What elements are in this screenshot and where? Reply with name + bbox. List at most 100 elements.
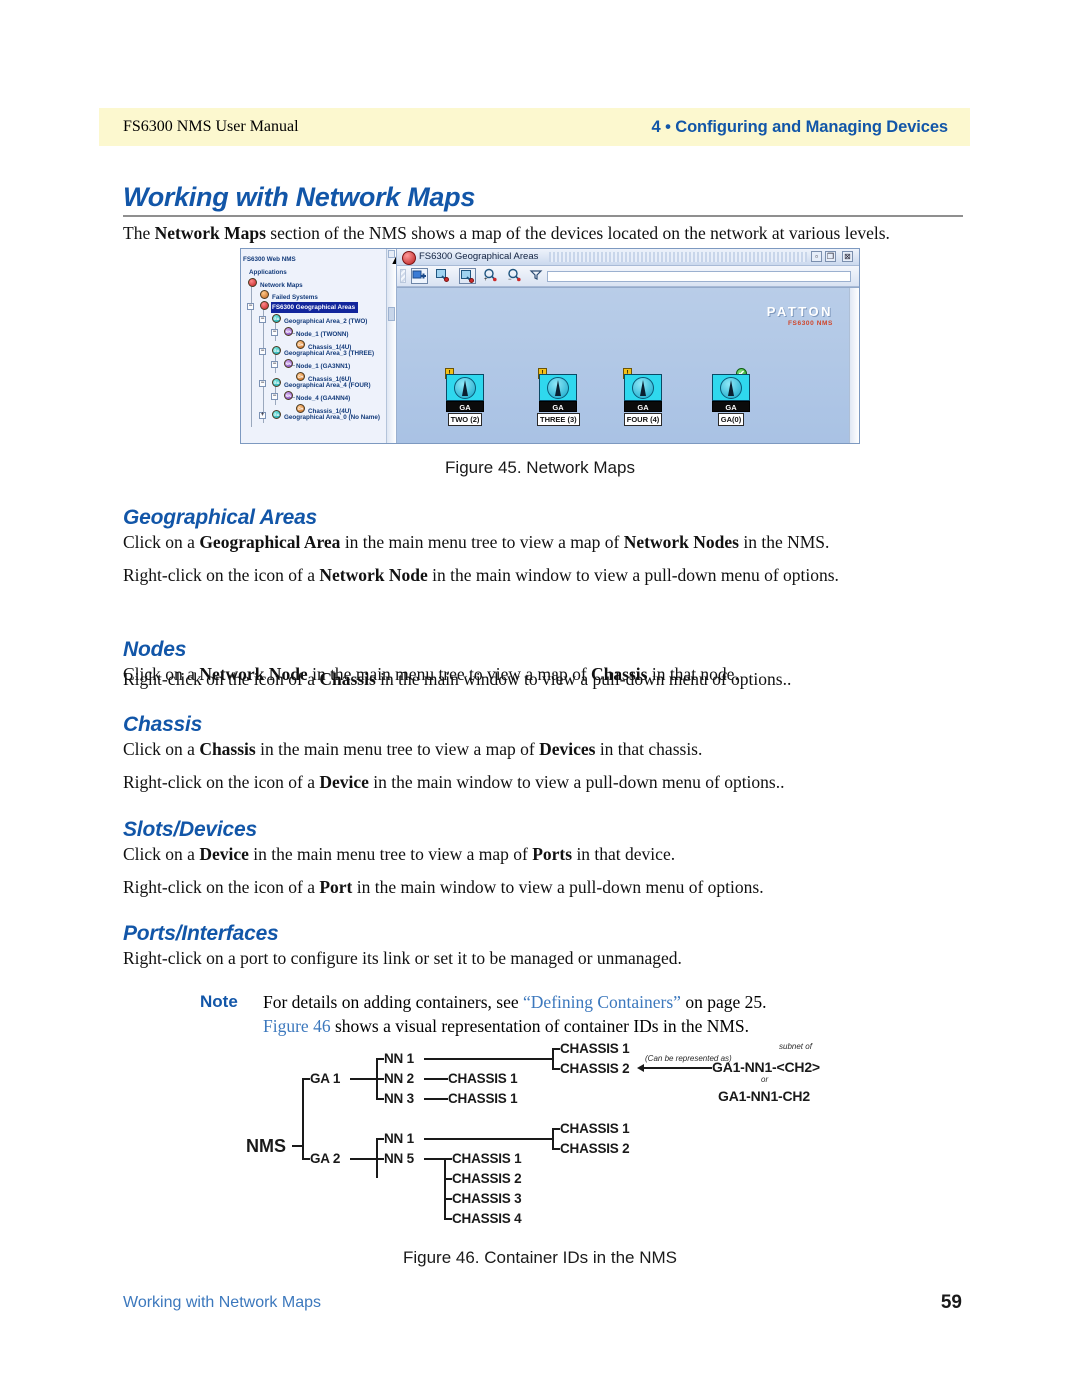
- svg-text:−: −: [508, 277, 512, 282]
- diagram-line: [552, 1048, 554, 1068]
- diagram-ga2-nn5-chassis-2: CHASSIS 2: [452, 1171, 522, 1186]
- network-map-canvas[interactable]: PATTON FS6300 NMS ! GA TWO (2) ! GA THRE…: [397, 287, 859, 443]
- note-body: For details on adding containers, see “D…: [263, 992, 767, 1036]
- tree-item-fs6300-geographical-areas[interactable]: FS6300 Geographical Areas: [271, 302, 359, 313]
- figure-46-link[interactable]: Figure 46: [263, 1016, 331, 1036]
- tree-toggle-minus[interactable]: −: [259, 316, 266, 323]
- tree-item-applications[interactable]: Applications: [249, 267, 287, 278]
- diagram-line: [444, 1158, 452, 1160]
- annotation-arrow-icon: [637, 1064, 644, 1072]
- annotation-or: or: [761, 1075, 769, 1084]
- zoom-in-icon[interactable]: +: [483, 268, 500, 284]
- minimize-icon[interactable]: ▫: [811, 251, 822, 262]
- map-node-four[interactable]: ! GA FOUR (4): [622, 368, 664, 426]
- maximize-icon[interactable]: ❐: [825, 251, 836, 262]
- slots-devices-paragraph-1: Click on a Device in the main menu tree …: [123, 844, 676, 864]
- filter-dropdown-icon[interactable]: [529, 268, 543, 284]
- add-node-icon[interactable]: [411, 268, 428, 284]
- tree-toggle-minus[interactable]: −: [247, 303, 254, 310]
- diagram-line: [552, 1128, 554, 1148]
- footer-page-number: 59: [940, 1292, 962, 1313]
- tree-toggle-minus[interactable]: −: [259, 380, 266, 387]
- tree-item-node-1-ga3nn1[interactable]: Node_1 (GA3NN1): [296, 361, 350, 372]
- nodes-paragraph-2: Right-click on the icon of a Chassis in …: [123, 669, 792, 689]
- tree-item-fs6300-web-nms[interactable]: FS6300 Web NMS: [243, 254, 296, 265]
- ga-device-icon: [539, 374, 577, 401]
- diagram-ga-2: GA 2: [310, 1151, 341, 1166]
- diagram-ga1-nn3-chassis-1: CHASSIS 1: [448, 1091, 518, 1106]
- tree-item-geographical-area-2[interactable]: Geographical Area_2 (TWO): [284, 316, 367, 327]
- window-app-icon: [402, 251, 416, 265]
- diagram-line: [552, 1048, 560, 1050]
- toolbar-drag-handle[interactable]: [400, 269, 406, 283]
- figure-45-caption: Figure 45. Network Maps: [445, 458, 635, 477]
- zoom-out-icon[interactable]: −: [507, 268, 524, 284]
- map-node-type: GA: [539, 401, 577, 412]
- diagram-ga2-nn-1: NN 1: [384, 1131, 414, 1146]
- window-title-bar[interactable]: FS6300 Geographical Areas ▫ ❐ ⊠: [397, 249, 859, 266]
- tree-toggle-minus[interactable]: −: [271, 393, 278, 400]
- slots-devices-paragraph-2: Right-click on the icon of a Port in the…: [123, 877, 764, 897]
- map-toolbar[interactable]: + −: [397, 266, 859, 287]
- intro-text-b: section of the NMS shows a map of the de…: [265, 223, 890, 243]
- window-title: FS6300 Geographical Areas: [419, 251, 539, 262]
- scroll-up-arrow-icon[interactable]: ▲: [388, 250, 396, 268]
- tree-toggle-plus[interactable]: +: [259, 412, 266, 419]
- diagram-line: [302, 1158, 310, 1160]
- title-divider: [123, 215, 963, 217]
- tree-item-geographical-area-4[interactable]: Geographical Area_4 (FOUR): [284, 380, 371, 391]
- map-node-type: GA: [624, 401, 662, 412]
- diagram-line: [376, 1078, 384, 1080]
- ga-icon: GA: [272, 314, 281, 323]
- page-title: Working with Network Maps: [123, 182, 476, 212]
- canvas-vertical-scrollbar[interactable]: [849, 288, 859, 443]
- geographical-areas-paragraph-2: Right-click on the icon of a Network Nod…: [123, 565, 839, 585]
- patton-product-name: FS6300 NMS: [787, 320, 833, 327]
- diagram-ga2-nn1-chassis-2: CHASSIS 2: [560, 1141, 630, 1156]
- tree-vertical-scrollbar[interactable]: ▲: [386, 249, 396, 443]
- failed-systems-icon: [260, 290, 269, 299]
- scrollbar-thumb[interactable]: [388, 307, 395, 321]
- tree-toggle-minus[interactable]: −: [271, 329, 278, 336]
- svg-text:+: +: [484, 277, 488, 282]
- section-heading-chassis: Chassis: [123, 713, 203, 736]
- toolbar-combo-field[interactable]: [547, 271, 851, 282]
- tree-item-node-4-ga4nn4[interactable]: Node_4 (GA4NN4): [296, 393, 350, 404]
- tree-item-node-1-twonn[interactable]: Node_1 (TWONN): [296, 329, 348, 340]
- intro-text-a: The: [123, 223, 155, 243]
- diagram-line: [424, 1138, 552, 1140]
- diagram-line: [350, 1158, 376, 1160]
- running-header: FS6300 NMS User Manual 4 • Configuring a…: [99, 108, 970, 146]
- map-node-two[interactable]: ! GA TWO (2): [444, 368, 486, 426]
- diagram-root-nms: NMS: [246, 1136, 286, 1156]
- map-background-icon[interactable]: [435, 268, 452, 284]
- diagram-line: [292, 1145, 302, 1147]
- ga-icon: GA: [272, 378, 281, 387]
- diagram-line: [376, 1158, 384, 1160]
- tree-toggle-minus[interactable]: −: [271, 361, 278, 368]
- tree-item-geographical-area-0[interactable]: Geographical Area_0 (No Name): [284, 412, 380, 423]
- nms-navigation-tree[interactable]: FS6300 Web NMS Applications Network Maps…: [241, 249, 397, 443]
- diagram-ga1-nn1-chassis-2: CHASSIS 2: [560, 1061, 630, 1076]
- map-zoom-region-icon[interactable]: [459, 268, 476, 284]
- figure-45-screenshot: FS6300 Web NMS Applications Network Maps…: [240, 248, 860, 444]
- map-node-label: THREE (3): [537, 413, 580, 426]
- map-node-three[interactable]: ! GA THREE (3): [537, 368, 580, 426]
- close-icon[interactable]: ⊠: [842, 251, 853, 262]
- diagram-ga2-nn-5: NN 5: [384, 1151, 414, 1166]
- defining-containers-link[interactable]: “Defining Containers”: [523, 992, 681, 1012]
- chassis-paragraph-2: Right-click on the icon of a Device in t…: [123, 772, 785, 792]
- diagram-line: [350, 1078, 376, 1080]
- patton-wordmark: PATTON: [766, 304, 833, 319]
- map-node-ga0[interactable]: ✔ GA GA(0): [710, 368, 752, 426]
- annotation-subnet-of: subnet of: [779, 1042, 812, 1051]
- diagram-line: [424, 1078, 448, 1080]
- diagram-line: [444, 1178, 452, 1180]
- title-bar-hatching: [549, 252, 807, 262]
- map-node-label: TWO (2): [447, 413, 483, 426]
- tree-item-geographical-area-3[interactable]: Geographical Area_3 (THREE): [284, 348, 374, 359]
- tree-item-network-maps[interactable]: Network Maps: [260, 280, 303, 291]
- tree-toggle-minus[interactable]: −: [259, 348, 266, 355]
- ga-device-icon: [712, 374, 750, 401]
- diagram-line: [302, 1078, 304, 1160]
